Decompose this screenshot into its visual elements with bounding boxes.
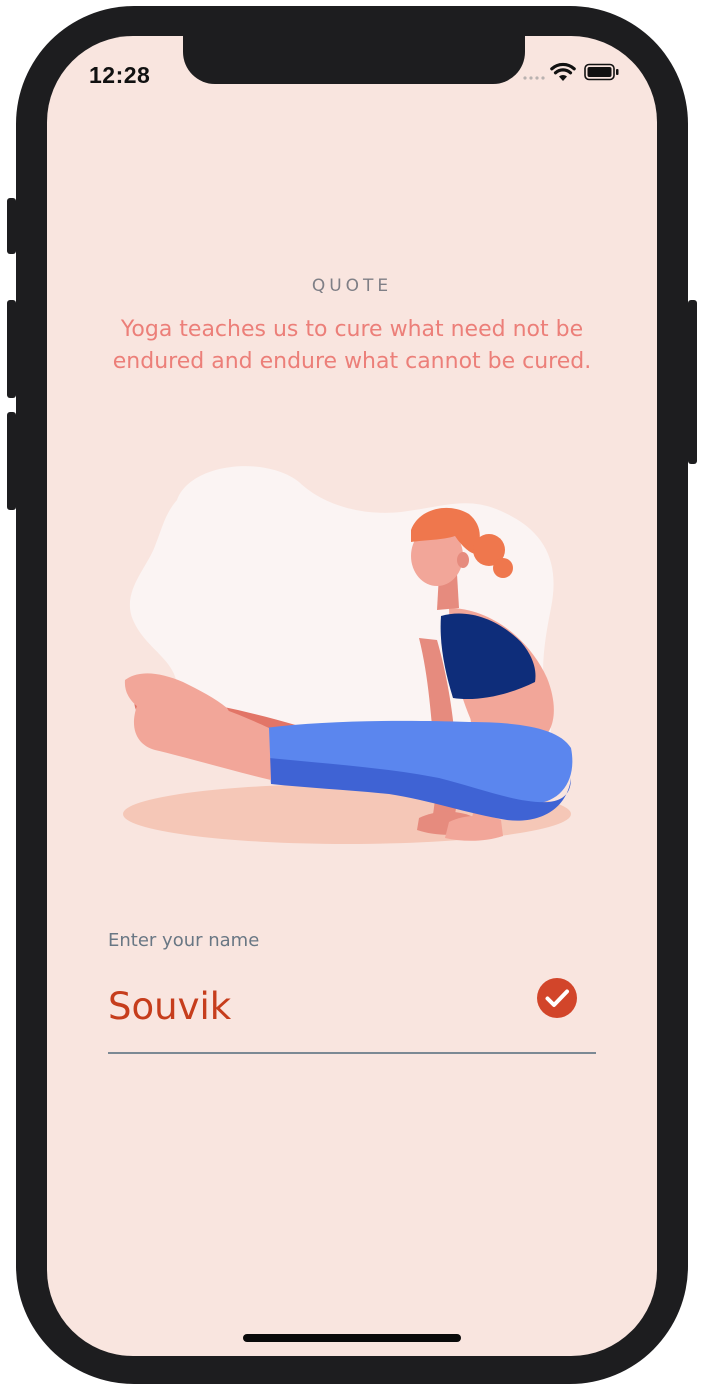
home-indicator[interactable] [243, 1334, 461, 1342]
volume-up-button [7, 300, 16, 398]
power-button [688, 300, 697, 464]
name-field-label: Enter your name [108, 930, 260, 951]
yoga-pose-illustration [123, 466, 573, 844]
quote-label: QUOTE [311, 276, 393, 296]
battery-icon [584, 63, 619, 81]
wifi-icon [550, 62, 576, 81]
check-circle-icon[interactable] [537, 978, 577, 1018]
quote-text: Yoga teaches us to cure what need not be… [112, 317, 592, 374]
app-screen: 12:28 QUOTE Yoga teaches us to cure what… [47, 36, 657, 1356]
name-input-underline [108, 1052, 596, 1054]
status-time: 12:28 [89, 62, 151, 88]
signal-icon [523, 76, 545, 80]
mute-switch [7, 198, 16, 254]
volume-down-button [7, 412, 16, 510]
name-input[interactable] [108, 976, 528, 1036]
notch [183, 36, 525, 84]
